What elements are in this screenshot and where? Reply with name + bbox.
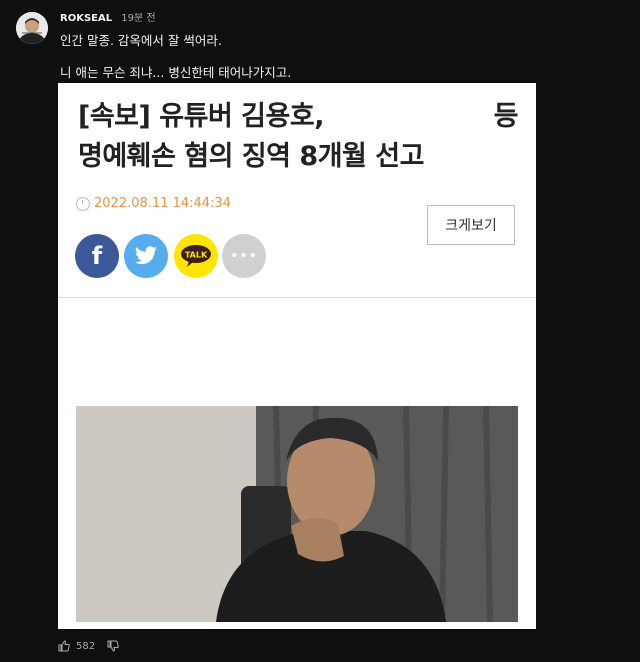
thumb-up-icon[interactable] (58, 640, 70, 652)
kakao-label: TALK (185, 251, 208, 260)
more-icon: ••• (230, 248, 258, 264)
avatar[interactable] (16, 12, 48, 44)
clock-icon (76, 196, 90, 211)
article-headline: [속보] 유튜버 김용호, 등 명예훼손 혐의 징역 8개월 선고 (78, 97, 519, 177)
headline-line-1-trailing: 등 (493, 101, 519, 132)
facebook-share-button[interactable]: f (75, 234, 119, 278)
kakao-talk-icon: TALK (181, 245, 211, 267)
headline-line-2: 명예훼손 혐의 징역 8개월 선고 (78, 141, 424, 172)
like-count: 582 (76, 640, 96, 652)
more-share-button[interactable]: ••• (222, 234, 266, 278)
article-datetime: 2022.08.11 14:44:34 (94, 196, 231, 211)
article-photo (76, 406, 518, 622)
thumb-down-icon[interactable] (107, 640, 119, 652)
enlarge-button[interactable]: 크게보기 (427, 205, 515, 245)
comment-actions: 582 (58, 640, 119, 652)
article-date: 2022.08.11 14:44:34 (76, 196, 231, 211)
article-screenshot: [속보] 유튜버 김용호, 등 명예훼손 혐의 징역 8개월 선고 2022.0… (58, 83, 536, 629)
comment-author[interactable]: ROKSEAL (60, 13, 112, 24)
facebook-icon: f (91, 242, 103, 270)
twitter-icon (135, 246, 157, 265)
comment-time[interactable]: 19분 전 (121, 13, 155, 24)
comment-text-line-1: 인간 말종. 감옥에서 잘 썩어라. (60, 33, 222, 48)
kakao-share-button[interactable]: TALK (174, 234, 218, 278)
comment-text-line-2: 니 애는 무슨 죄냐... 병신한테 태어나가지고. (60, 65, 292, 80)
comment-header: ROKSEAL 19분 전 (60, 12, 156, 26)
article-divider (58, 297, 536, 298)
twitter-share-button[interactable] (124, 234, 168, 278)
headline-line-1: [속보] 유튜버 김용호, (78, 101, 324, 132)
